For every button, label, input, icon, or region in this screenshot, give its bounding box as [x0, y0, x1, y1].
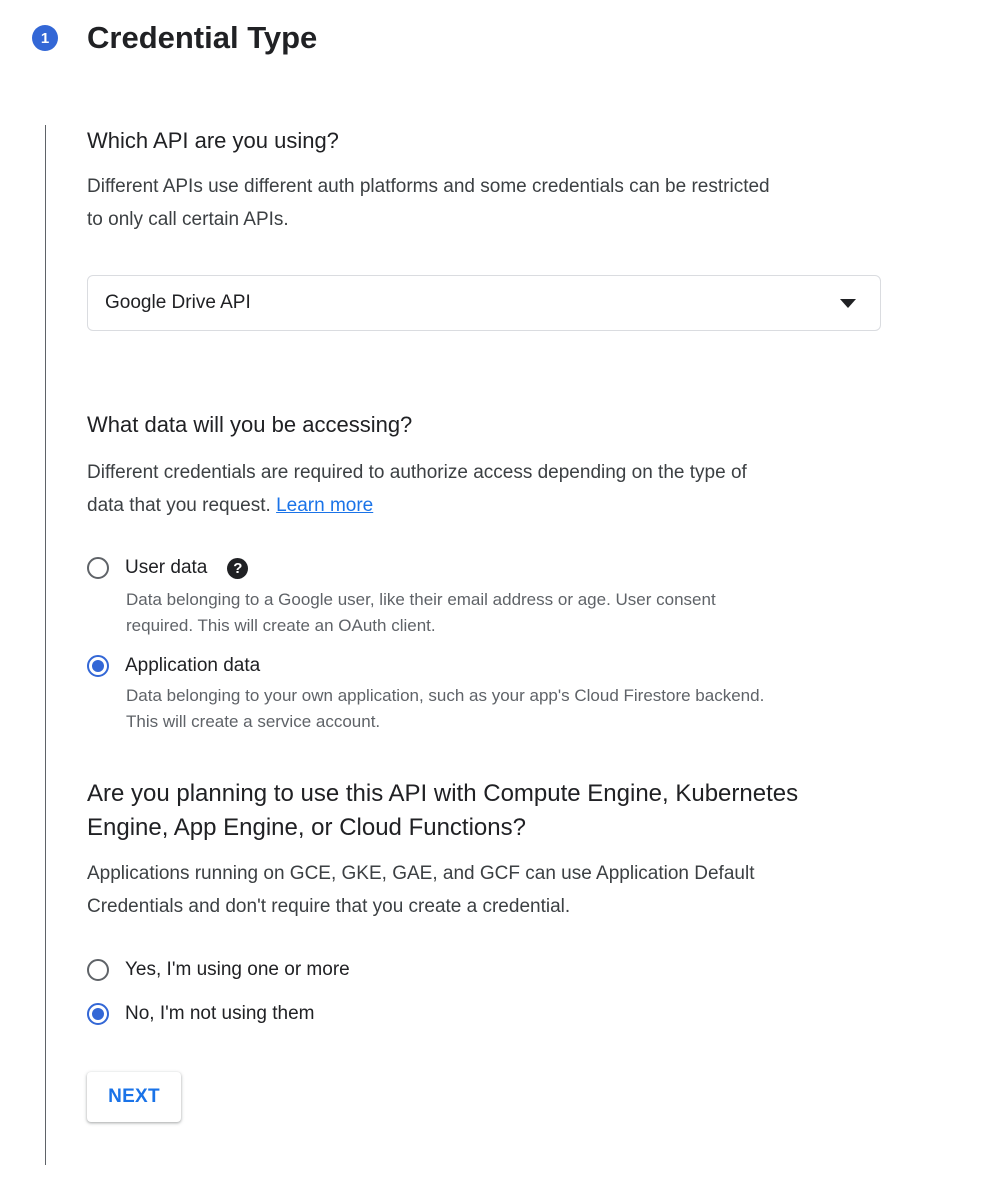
radio-option-application-data[interactable]: Application data [87, 655, 260, 677]
radio-button-application-data[interactable] [87, 655, 109, 677]
radio-option-yes-using[interactable]: Yes, I'm using one or more [87, 959, 350, 981]
radio-button-not-using[interactable] [87, 1003, 109, 1025]
data-description-line-2: data that you request. [87, 495, 271, 516]
compute-description: Applications running on GCE, GKE, GAE, a… [87, 857, 887, 923]
radio-description-user-data: Data belonging to a Google user, like th… [126, 587, 886, 639]
radio-button-yes-using[interactable] [87, 959, 109, 981]
caret-down-icon [840, 299, 856, 308]
api-question-heading: Which API are you using? [87, 128, 339, 153]
learn-more-link[interactable]: Learn more [276, 495, 373, 516]
radio-option-not-using[interactable]: No, I'm not using them [87, 1003, 315, 1025]
step-title: Credential Type [87, 20, 318, 55]
user-data-description-line-2: required. This will create an OAuth clie… [126, 616, 436, 635]
api-select-value: Google Drive API [105, 292, 251, 313]
compute-description-line-1: Applications running on GCE, GKE, GAE, a… [87, 863, 755, 884]
radio-button-user-data[interactable] [87, 557, 109, 579]
help-circle-icon[interactable]: ? [227, 557, 249, 579]
radio-label-yes-using: Yes, I'm using one or more [125, 959, 350, 980]
application-data-description-line-2: This will create a service account. [126, 712, 381, 731]
radio-option-user-data[interactable]: User data ? [87, 557, 249, 579]
data-description: Different credentials are required to au… [87, 456, 887, 522]
radio-label-user-data: User data [125, 557, 208, 578]
compute-heading-line-1: Are you planning to use this API with Co… [87, 780, 799, 807]
compute-heading-line-2: Engine, App Engine, or Cloud Functions? [87, 814, 526, 841]
step-header: 1 Credential Type [32, 18, 317, 58]
user-data-description-line-1: Data belonging to a Google user, like th… [126, 590, 716, 609]
application-data-description-line-1: Data belonging to your own application, … [126, 686, 765, 705]
next-button[interactable]: NEXT [87, 1072, 181, 1122]
api-select-dropdown[interactable]: Google Drive API [87, 275, 881, 331]
radio-label-not-using: No, I'm not using them [125, 1003, 315, 1024]
radio-description-application-data: Data belonging to your own application, … [126, 683, 886, 735]
radio-label-application-data: Application data [125, 655, 261, 676]
compute-question-heading: Are you planning to use this API with Co… [87, 777, 877, 845]
api-description-line-2: to only call certain APIs. [87, 209, 289, 230]
step-number-badge: 1 [32, 25, 58, 51]
api-description-line-1: Different APIs use different auth platfo… [87, 176, 770, 197]
compute-description-line-2: Credentials and don't require that you c… [87, 896, 571, 917]
data-description-line-1: Different credentials are required to au… [87, 462, 747, 483]
data-question-heading: What data will you be accessing? [87, 412, 413, 437]
step-connector-line [45, 125, 46, 1165]
api-description: Different APIs use different auth platfo… [87, 170, 887, 236]
